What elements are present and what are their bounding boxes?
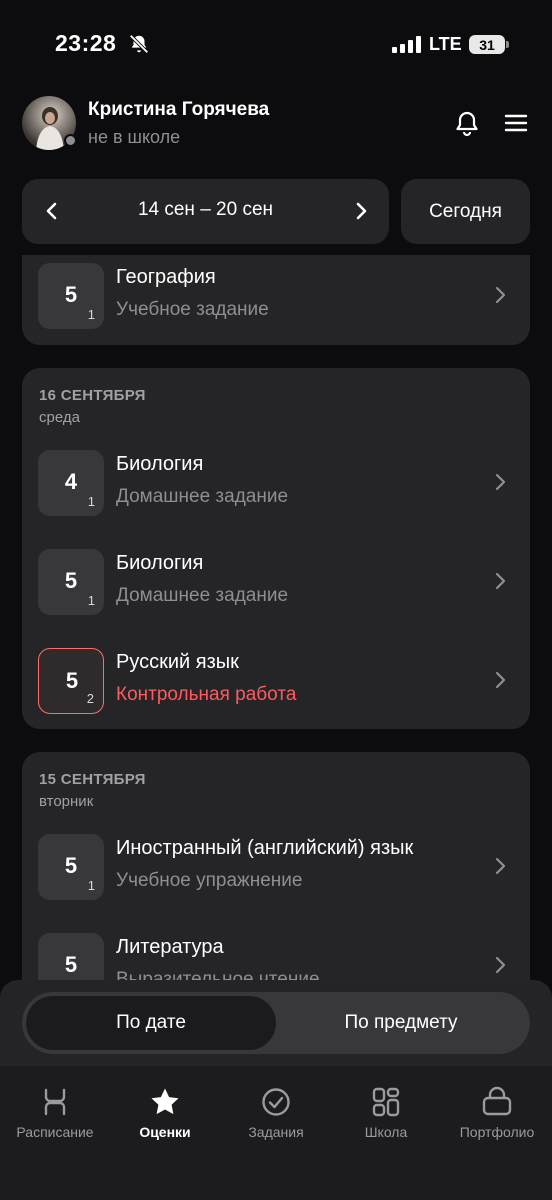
tab-label: Задания	[248, 1124, 304, 1140]
grade-weight: 1	[87, 494, 95, 509]
chevron-right-icon[interactable]	[349, 199, 373, 223]
sort-by-date-button[interactable]: По дате	[26, 996, 276, 1050]
subject-name: География	[116, 266, 216, 288]
day-card: 16 СЕНТЯБРЯ среда 4 1 Биология Домашнее …	[22, 368, 530, 729]
week-label: 14 сен – 20 сен	[137, 199, 274, 220]
subject-name: Биология	[116, 453, 204, 475]
grade-value: 4	[64, 469, 78, 494]
day-date: 15 СЕНТЯБРЯ	[39, 771, 146, 788]
status-bar: 23:28 LTE 31	[0, 0, 552, 90]
work-type: Домашнее задание	[116, 486, 289, 507]
grade-badge-highlighted: 5 2	[38, 648, 104, 714]
grade-badge: 5 1	[38, 549, 104, 615]
subject-name: Биология	[116, 552, 204, 574]
grade-row[interactable]: 5 1 География Учебное задание	[22, 255, 530, 335]
chevron-right-icon	[495, 671, 506, 689]
grade-weight: 2	[86, 691, 94, 706]
tab-schedule[interactable]: Расписание	[0, 1086, 110, 1140]
day-card: 15 СЕНТЯБРЯ вторник 5 1 Иностранный (анг…	[22, 752, 530, 980]
work-type: Контрольная работа	[116, 684, 297, 705]
grade-badge: 5 1	[38, 834, 104, 900]
tab-grades[interactable]: Оценки	[110, 1086, 220, 1140]
user-status: не в школе	[88, 127, 181, 147]
day-weekday: вторник	[39, 793, 94, 810]
tab-tasks[interactable]: Задания	[221, 1086, 331, 1140]
day-date: 16 СЕНТЯБРЯ	[39, 387, 146, 404]
sort-by-subject-button[interactable]: По предмету	[276, 996, 526, 1050]
grade-value: 5	[64, 952, 78, 977]
work-type: Учебное задание	[116, 299, 269, 320]
tab-label: Портфолио	[459, 1124, 535, 1140]
grade-weight: 1	[87, 307, 95, 322]
subject-name: Литература	[116, 936, 224, 958]
chevron-right-icon	[495, 286, 506, 304]
chevron-right-icon	[495, 473, 506, 491]
grade-value: 5	[64, 853, 78, 878]
check-circle-icon	[262, 1088, 290, 1116]
grid-icon	[372, 1087, 400, 1117]
star-icon	[151, 1088, 179, 1115]
grade-badge: 5 1	[38, 933, 104, 980]
bell-off-icon	[129, 34, 149, 54]
grade-row[interactable]: 5 1 Биология Домашнее задание	[22, 541, 530, 621]
battery-tip	[506, 41, 509, 48]
grades-list[interactable]: 5 1 География Учебное задание 16 СЕНТЯБР…	[0, 255, 552, 980]
grade-row[interactable]: 5 2 Русский язык Контрольная работа	[22, 640, 530, 720]
grade-weight: 1	[87, 593, 95, 608]
tab-school[interactable]: Школа	[331, 1086, 441, 1140]
network-label: LTE	[429, 34, 462, 54]
grade-badge: 5 1	[38, 263, 104, 329]
tab-label: Расписание	[16, 1124, 94, 1140]
briefcase-icon	[482, 1086, 512, 1116]
user-name: Кристина Горячева	[88, 99, 270, 120]
day-card: 5 1 География Учебное задание	[22, 255, 530, 345]
bell-icon[interactable]	[453, 109, 481, 137]
subject-name: Русский язык	[116, 651, 239, 673]
tab-label: Оценки	[139, 1124, 191, 1140]
today-button[interactable]: Сегодня	[401, 179, 530, 244]
grade-badge: 4 1	[38, 450, 104, 516]
grade-weight: 1	[87, 878, 95, 893]
grade-row[interactable]: 4 1 Биология Домашнее задание	[22, 442, 530, 522]
grade-value: 5	[64, 282, 78, 307]
subject-name: Иностранный (английский) язык	[116, 837, 414, 859]
work-type: Домашнее задание	[116, 585, 289, 606]
grade-value: 5	[64, 568, 78, 593]
schedule-icon	[44, 1088, 66, 1116]
grade-value: 5	[65, 668, 79, 693]
chevron-right-icon	[495, 956, 506, 974]
chevron-left-icon[interactable]	[40, 199, 64, 223]
grade-row[interactable]: 5 1 Литература Выразительное чтение	[22, 925, 530, 980]
tab-label: Школа	[364, 1124, 408, 1140]
tab-portfolio[interactable]: Портфолио	[442, 1086, 552, 1140]
work-type: Выразительное чтение	[116, 969, 320, 980]
status-time: 23:28	[55, 30, 117, 56]
presence-indicator	[64, 134, 77, 147]
menu-icon[interactable]	[503, 113, 529, 133]
work-type: Учебное упражнение	[116, 870, 303, 891]
signal-icon	[392, 35, 421, 53]
chevron-right-icon	[495, 857, 506, 875]
day-weekday: среда	[39, 409, 80, 426]
chevron-right-icon	[495, 572, 506, 590]
grade-row[interactable]: 5 1 Иностранный (английский) язык Учебно…	[22, 826, 530, 906]
battery-icon: 31	[469, 35, 505, 54]
